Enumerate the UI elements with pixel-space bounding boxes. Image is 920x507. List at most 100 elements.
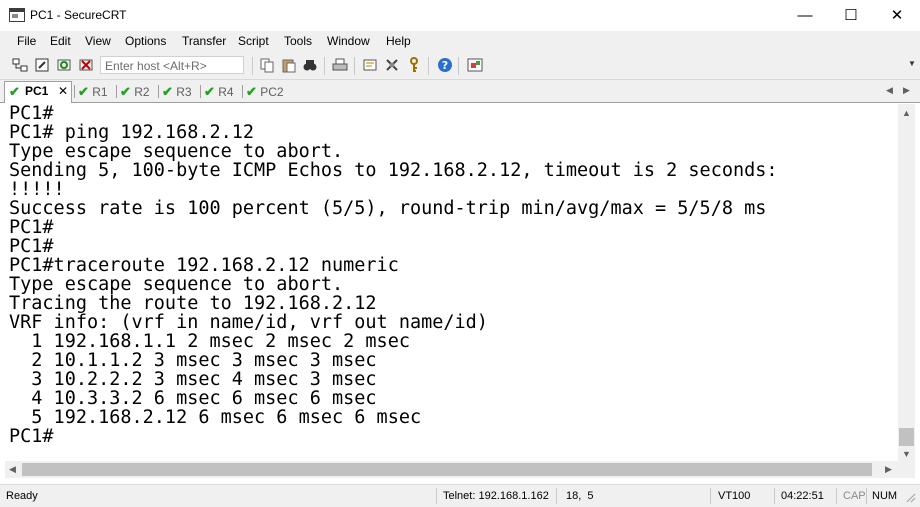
tab-scroll-left-icon[interactable]: ◀: [886, 85, 893, 96]
vertical-scroll-thumb[interactable]: [899, 428, 914, 446]
toolbar-divider: [458, 57, 459, 75]
session-options-icon[interactable]: [362, 57, 378, 73]
tab-divider: [116, 85, 117, 98]
help-icon[interactable]: ?: [437, 57, 453, 73]
menu-view[interactable]: View: [85, 34, 111, 48]
connected-check-icon: ✔: [120, 84, 131, 99]
status-divider: [436, 488, 437, 504]
terminal-line: Success rate is 100 percent (5/5), round…: [9, 198, 767, 219]
terminal-line: PC1#traceroute 192.168.2.12 numeric: [9, 255, 399, 276]
connect-icon[interactable]: [12, 57, 28, 73]
tab-r2[interactable]: ✔ R2: [120, 82, 156, 101]
tab-pc1[interactable]: ✔ PC1 ✕: [4, 81, 72, 103]
tab-divider: [74, 85, 75, 98]
status-time: 04:22:51: [781, 490, 824, 502]
status-divider: [866, 488, 867, 504]
resize-grip-icon[interactable]: [904, 491, 916, 503]
terminal-line: 1 192.168.1.1 2 msec 2 msec 2 msec: [9, 331, 410, 352]
print-icon[interactable]: [332, 57, 348, 73]
tab-label: R1: [92, 85, 108, 99]
enter-host-input[interactable]: Enter host <Alt+R>: [100, 56, 244, 74]
keymap-icon[interactable]: [406, 57, 422, 73]
tab-divider: [242, 85, 243, 98]
tab-label: PC1: [25, 84, 49, 98]
menu-options[interactable]: Options: [125, 34, 166, 48]
toolbar-divider: [428, 57, 429, 75]
screenshot-icon[interactable]: [467, 57, 483, 73]
terminal-line: PC1#: [9, 236, 54, 257]
find-icon[interactable]: [302, 57, 318, 73]
terminal-output[interactable]: PC1# PC1# ping 192.168.2.12 Type escape …: [5, 104, 898, 461]
terminal-line: Tracing the route to 192.168.2.12: [9, 293, 377, 314]
minimize-button[interactable]: —: [782, 0, 828, 31]
scroll-up-icon[interactable]: ▲: [902, 108, 911, 118]
status-divider: [774, 488, 775, 504]
tab-label: R4: [218, 85, 234, 99]
terminal-line: 3 10.2.2.2 3 msec 4 msec 3 msec: [9, 369, 377, 390]
quick-connect-icon[interactable]: [34, 57, 50, 73]
status-cursor-position: 18, 5: [566, 490, 594, 502]
scroll-right-icon[interactable]: ▶: [885, 464, 892, 475]
paste-icon[interactable]: [281, 57, 297, 73]
securecrt-app-icon: [9, 8, 25, 22]
connected-check-icon: ✔: [246, 84, 257, 99]
terminal-line: 5 192.168.2.12 6 msec 6 msec 6 msec: [9, 407, 422, 428]
tab-divider: [200, 85, 201, 98]
tab-label: PC2: [260, 85, 284, 99]
menu-transfer[interactable]: Transfer: [182, 34, 226, 48]
session-tab-bar: ✔ PC1 ✕ ✔ R1 ✔ R2 ✔ R3 ✔ R4 ✔ PC2 ◀ ▶: [0, 80, 920, 103]
vertical-scrollbar[interactable]: ▲ ▼: [898, 104, 915, 461]
terminal-line: Sending 5, 100-byte ICMP Echos to 192.16…: [9, 160, 778, 181]
status-divider: [556, 488, 557, 504]
scroll-left-icon[interactable]: ◀: [9, 464, 16, 475]
copy-icon[interactable]: [259, 57, 275, 73]
status-divider: [836, 488, 837, 504]
global-options-icon[interactable]: [384, 57, 400, 73]
menu-window[interactable]: Window: [327, 34, 370, 48]
status-connection: Telnet: 192.168.1.162: [443, 490, 549, 502]
close-button[interactable]: ✕: [874, 0, 920, 31]
terminal-line: 4 10.3.3.2 6 msec 6 msec 6 msec: [9, 388, 377, 409]
tab-r3[interactable]: ✔ R3: [162, 82, 198, 101]
status-num-lock: NUM: [872, 490, 898, 502]
toolbar-divider: [324, 57, 325, 75]
menu-tools[interactable]: Tools: [284, 34, 312, 48]
tab-r4[interactable]: ✔ R4: [204, 82, 240, 101]
toolbar-overflow-icon[interactable]: ▼: [908, 59, 916, 68]
window-title: PC1 - SecureCRT: [30, 8, 127, 22]
connected-check-icon: ✔: [162, 84, 173, 99]
reconnect-icon[interactable]: [56, 57, 72, 73]
menu-script[interactable]: Script: [238, 34, 269, 48]
horizontal-scroll-thumb[interactable]: [22, 463, 872, 476]
terminal-line: !!!!!: [9, 179, 65, 200]
svg-text:?: ?: [442, 59, 448, 72]
menu-bar: File Edit View Options Transfer Script T…: [0, 31, 920, 53]
tab-pc2[interactable]: ✔ PC2: [246, 82, 290, 101]
menu-help[interactable]: Help: [386, 34, 411, 48]
toolbar: Enter host <Alt+R> ? ▼: [0, 53, 920, 80]
status-divider: [710, 488, 711, 504]
tab-label: R2: [134, 85, 150, 99]
terminal-line: PC1#: [9, 104, 54, 124]
terminal-line: Type escape sequence to abort.: [9, 141, 344, 162]
toolbar-divider: [354, 57, 355, 75]
status-bar: Ready Telnet: 192.168.1.162 18, 5 VT100 …: [0, 484, 920, 507]
scroll-down-icon[interactable]: ▼: [902, 449, 911, 459]
terminal-line: PC1#: [9, 217, 54, 238]
tab-divider: [158, 85, 159, 98]
maximize-button[interactable]: ☐: [828, 0, 874, 31]
scrollbar-corner: [898, 461, 915, 478]
tab-r1[interactable]: ✔ R1: [78, 82, 114, 101]
connected-check-icon: ✔: [204, 84, 215, 99]
tab-scroll-right-icon[interactable]: ▶: [903, 85, 910, 96]
disconnect-icon[interactable]: [78, 57, 94, 73]
menu-file[interactable]: File: [17, 34, 36, 48]
status-ready: Ready: [6, 490, 38, 502]
toolbar-divider: [252, 57, 253, 75]
terminal-line: Type escape sequence to abort.: [9, 274, 344, 295]
connected-check-icon: ✔: [78, 84, 89, 99]
close-tab-icon[interactable]: ✕: [58, 82, 68, 101]
menu-edit[interactable]: Edit: [50, 34, 71, 48]
horizontal-scrollbar[interactable]: ◀ ▶: [5, 461, 898, 478]
connected-check-icon: ✔: [9, 84, 20, 99]
